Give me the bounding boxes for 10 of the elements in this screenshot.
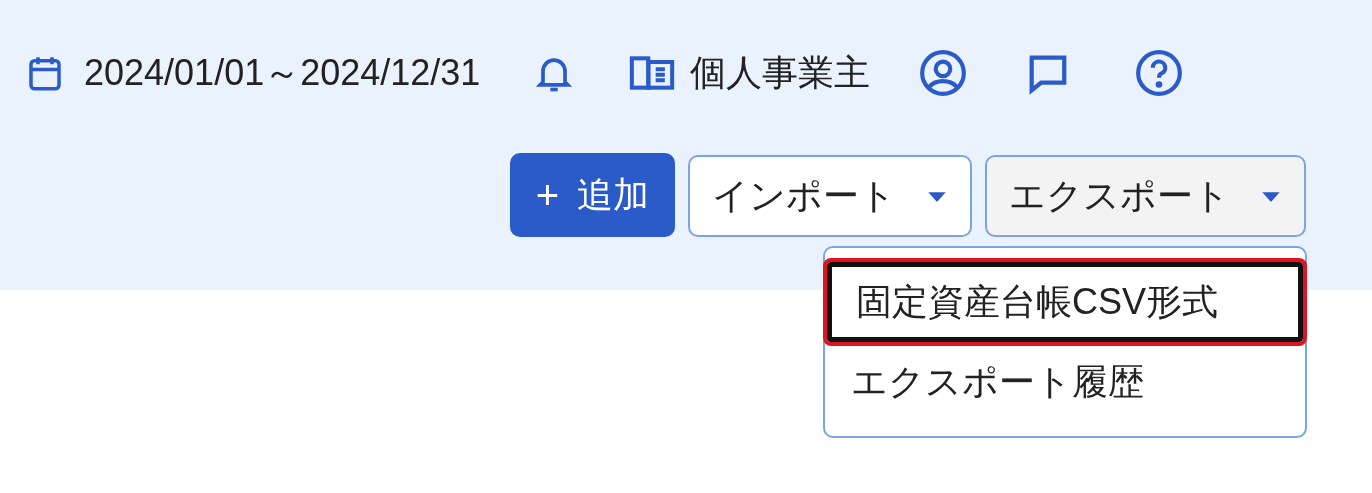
user-icon[interactable] — [918, 47, 969, 98]
dropdown-button[interactable]: インポート — [688, 155, 972, 237]
dropdown-button[interactable]: エクスポート — [985, 155, 1306, 237]
caret-icon — [926, 189, 948, 203]
add-button[interactable]: + 追加 — [509, 153, 675, 237]
business-type[interactable]: 個人事業主 — [690, 45, 871, 100]
help-icon[interactable] — [1134, 47, 1185, 98]
date-range[interactable]: 2024/01/01～2024/12/31 — [84, 45, 481, 100]
caret-icon — [1260, 189, 1282, 203]
menu-item[interactable]: エクスポート履歴 — [827, 342, 1303, 422]
